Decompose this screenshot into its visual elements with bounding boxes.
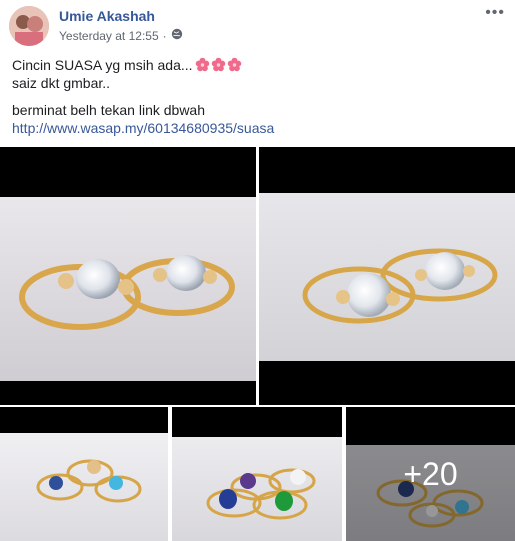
- globe-icon[interactable]: [171, 28, 183, 43]
- avatar[interactable]: [9, 6, 49, 46]
- photo-2[interactable]: [259, 147, 515, 405]
- photo-1[interactable]: [0, 147, 256, 405]
- photo-5[interactable]: +20: [346, 407, 515, 541]
- post-line: berminat belh tekan link dbwah: [12, 102, 206, 118]
- cherry-blossom-icon: [195, 57, 242, 72]
- more-options-icon[interactable]: •••: [485, 4, 505, 22]
- photo-4[interactable]: [172, 407, 342, 541]
- photo-3[interactable]: [0, 407, 168, 541]
- post-text: Cincin SUASA yg msih ada... saiz dkt gmb…: [12, 56, 502, 137]
- post-link[interactable]: http://www.wasap.my/60134680935/suasa: [12, 120, 274, 136]
- meta-separator: ·: [162, 28, 167, 43]
- post-line: Cincin SUASA yg msih ada...: [12, 56, 502, 74]
- timestamp[interactable]: Yesterday at 12:55: [59, 29, 159, 43]
- post-line: saiz dkt gmbar..: [12, 75, 111, 91]
- author-name[interactable]: Umie Akashah: [59, 8, 155, 24]
- post-meta: Yesterday at 12:55 ·: [59, 28, 183, 43]
- more-photos-overlay[interactable]: +20: [346, 407, 515, 541]
- post-header: Umie Akashah Yesterday at 12:55 · •••: [0, 0, 515, 52]
